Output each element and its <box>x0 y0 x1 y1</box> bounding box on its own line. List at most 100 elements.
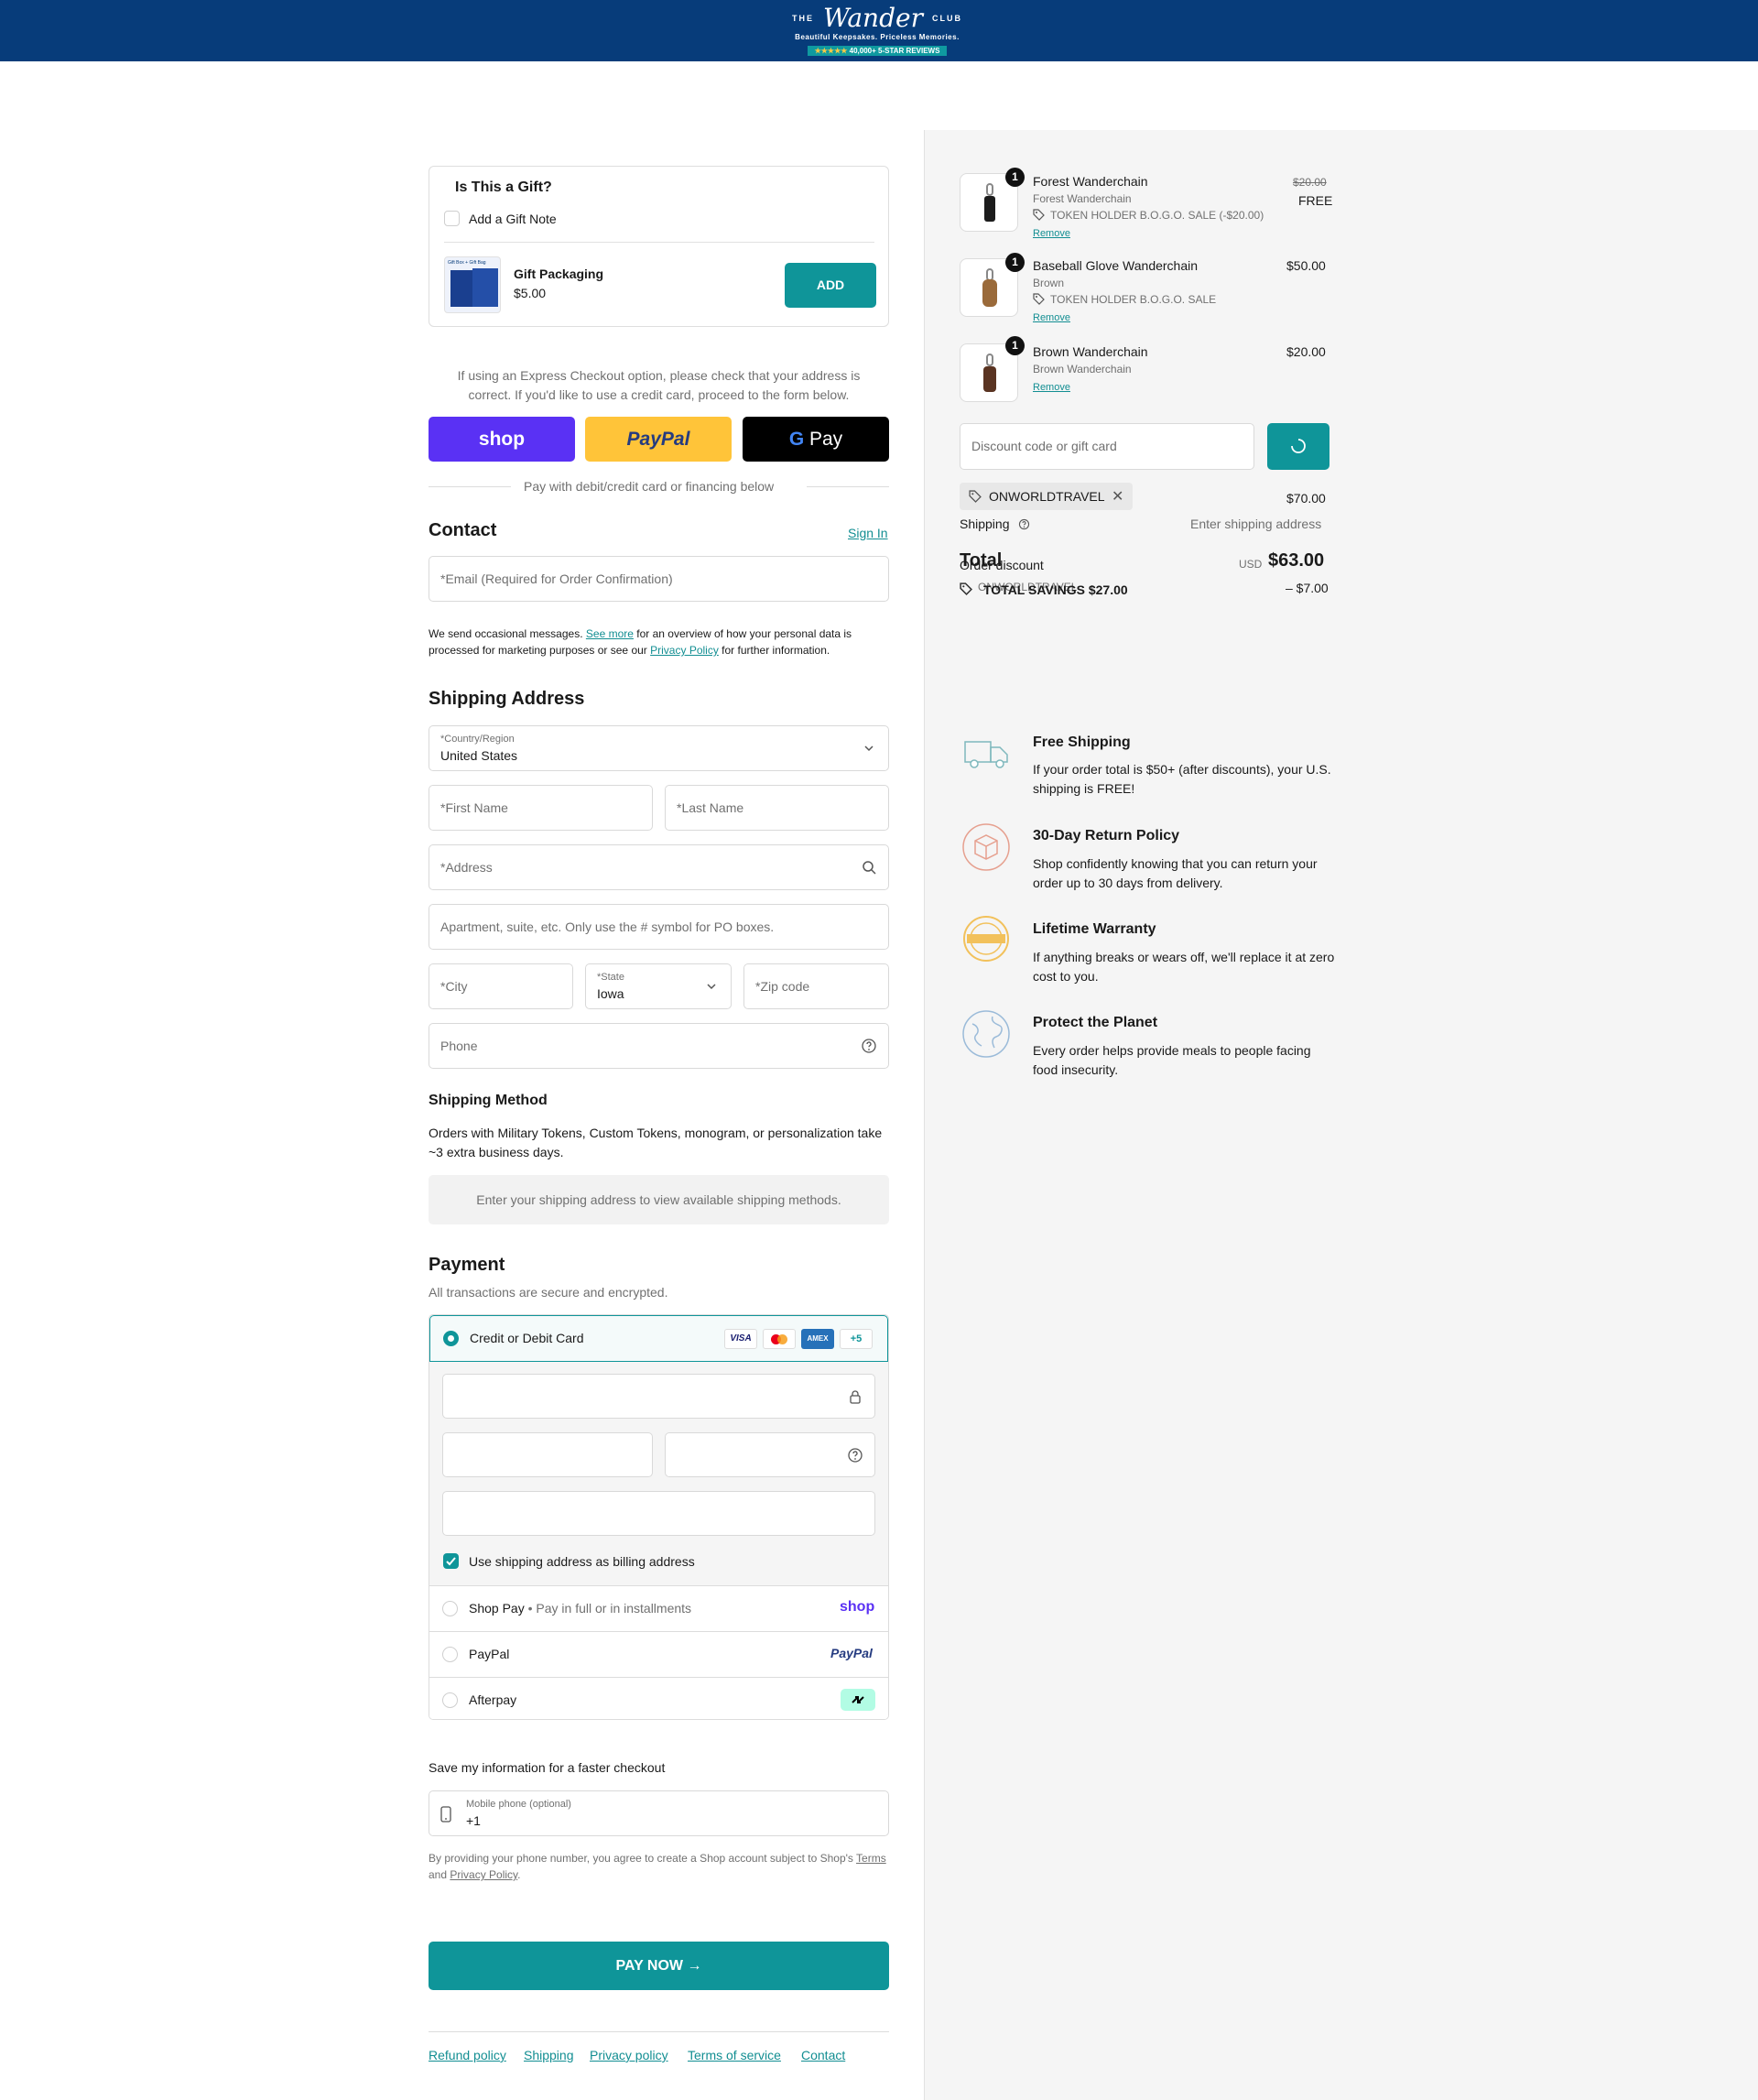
state-label: *State <box>597 972 624 983</box>
gift-note-checkbox[interactable] <box>444 211 460 226</box>
item-price: $50.00 <box>1286 258 1326 273</box>
email-field[interactable]: *Email (Required for Order Confirmation) <box>429 556 889 602</box>
contact-heading: Contact <box>429 520 497 540</box>
contact-link[interactable]: Contact <box>801 2048 845 2062</box>
email-placeholder: *Email (Required for Order Confirmation) <box>440 571 673 586</box>
gift-packaging-image: Gift Box + Gift Bag <box>444 256 501 313</box>
afterpay-radio[interactable] <box>442 1692 458 1708</box>
afterpay-logo-icon <box>841 1689 875 1711</box>
city-field[interactable]: *City <box>429 963 573 1009</box>
shop-pay-radio[interactable] <box>442 1601 458 1616</box>
paypal-logo: PayPal <box>626 429 690 450</box>
mobile-phone-field[interactable]: Mobile phone (optional) +1 <box>429 1790 889 1836</box>
discount-code-field[interactable]: Discount code or gift card <box>960 423 1254 470</box>
state-select[interactable]: *State Iowa <box>585 963 732 1009</box>
paypal-express-button[interactable]: PayPal <box>585 417 732 462</box>
payment-heading: Payment <box>429 1255 505 1275</box>
remove-item-link[interactable]: Remove <box>1033 228 1070 239</box>
shop-pay-express-button[interactable]: shop <box>429 417 575 462</box>
tag-icon <box>1033 293 1045 305</box>
globe-icon <box>962 1010 1010 1058</box>
feature-title: Lifetime Warranty <box>1033 921 1156 937</box>
discount-code-placeholder: Discount code or gift card <box>971 439 1117 453</box>
period: . <box>517 1868 521 1881</box>
terms-of-service-link[interactable]: Terms of service <box>688 2048 781 2062</box>
remove-item-link[interactable]: Remove <box>1033 312 1070 323</box>
mobile-phone-value: +1 <box>466 1813 481 1828</box>
logo-club: CLUB <box>931 14 962 23</box>
refund-policy-link[interactable]: Refund policy <box>429 2048 506 2062</box>
item-price: FREE <box>1298 193 1333 208</box>
billing-same-checkbox[interactable] <box>443 1553 459 1569</box>
item-price: $20.00 <box>1286 344 1326 359</box>
add-gift-packaging-button[interactable]: ADD <box>785 263 876 308</box>
privacy-policy-link[interactable]: Privacy Policy <box>650 644 719 657</box>
return-box-icon <box>962 823 1010 871</box>
remove-item-link[interactable]: Remove <box>1033 382 1070 393</box>
paypal-radio[interactable] <box>442 1647 458 1662</box>
privacy-text-1: We send occasional messages. <box>429 627 583 640</box>
credit-card-option[interactable]: Credit or Debit Card VISA AMEX +5 <box>429 1315 888 1362</box>
help-icon[interactable] <box>1018 518 1030 530</box>
see-more-link[interactable]: See more <box>586 627 634 640</box>
name-on-card-field[interactable] <box>442 1491 875 1536</box>
chevron-down-icon <box>707 984 716 990</box>
shipping-address-heading: Shipping Address <box>429 689 585 709</box>
privacy-text-3: processed for marketing purposes or see … <box>429 644 647 657</box>
shipping-method-heading: Shipping Method <box>429 1093 548 1108</box>
terms-link[interactable]: Terms <box>856 1852 886 1865</box>
shipping-methods-placeholder: Enter your shipping address to view avai… <box>429 1175 889 1224</box>
country-select[interactable]: *Country/Region United States <box>429 725 889 771</box>
phone-field[interactable]: Phone <box>429 1023 889 1069</box>
address-placeholder: *Address <box>440 860 493 875</box>
shop-pay-option[interactable]: Shop Pay • Pay in full or in installment… <box>429 1585 888 1631</box>
apply-discount-button[interactable] <box>1267 423 1329 470</box>
card-radio-selected[interactable] <box>443 1331 459 1346</box>
shop-privacy-link[interactable]: Privacy Policy <box>450 1868 517 1881</box>
card-option-label: Credit or Debit Card <box>470 1331 584 1345</box>
tag-icon <box>1033 209 1045 221</box>
privacy-policy-footer-link[interactable]: Privacy policy <box>590 2048 668 2062</box>
zip-field[interactable]: *Zip code <box>743 963 889 1009</box>
paypal-option[interactable]: PayPal PayPal <box>429 1631 888 1677</box>
afterpay-option[interactable]: Afterpay <box>429 1677 888 1719</box>
expiration-field[interactable] <box>442 1432 653 1477</box>
help-icon[interactable] <box>861 1038 877 1054</box>
express-checkout-note: If using an Express Checkout option, ple… <box>457 368 861 402</box>
and-text: and <box>429 1868 448 1881</box>
item-variant: Brown <box>1033 277 1065 289</box>
divider <box>444 242 874 243</box>
item-quantity-badge: 1 <box>1005 336 1025 355</box>
address-field[interactable]: *Address <box>429 844 889 890</box>
gift-packaging-title: Gift Packaging <box>514 267 604 281</box>
card-number-field[interactable] <box>442 1374 875 1419</box>
sign-in-link[interactable]: Sign In <box>848 526 888 540</box>
checkmark-icon <box>446 1557 456 1566</box>
shipping-policy-link[interactable]: Shipping <box>524 2048 574 2062</box>
help-icon[interactable] <box>847 1447 863 1463</box>
feature-description: If anything breaks or wears off, we'll r… <box>1033 950 1335 984</box>
remove-discount-icon[interactable]: ✕ <box>1112 487 1123 506</box>
feature-title: Free Shipping <box>1033 734 1131 750</box>
brand-logo[interactable]: THE Wander CLUB Beautiful Keepsakes. Pri… <box>765 5 989 56</box>
feature-description: If your order total is $50+ (after disco… <box>1033 762 1331 796</box>
last-name-field[interactable]: *Last Name <box>665 785 889 831</box>
payment-methods: Credit or Debit Card VISA AMEX +5 Use sh… <box>429 1314 889 1720</box>
tag-icon <box>969 490 982 503</box>
apartment-field[interactable]: Apartment, suite, etc. Only use the # sy… <box>429 904 889 950</box>
google-pay-express-button[interactable]: G Pay <box>743 417 889 462</box>
first-name-placeholder: *First Name <box>440 800 508 815</box>
first-name-field[interactable]: *First Name <box>429 785 653 831</box>
gift-note-label[interactable]: Add a Gift Note <box>469 212 557 226</box>
phone-placeholder: Phone <box>440 1039 478 1053</box>
gift-box-label: Gift Box + Gift Bag <box>448 260 486 266</box>
privacy-text-4: for further information. <box>722 644 830 657</box>
billing-same-label[interactable]: Use shipping address as billing address <box>469 1554 695 1569</box>
mobile-phone-icon <box>440 1806 451 1823</box>
google-g-icon: G <box>788 429 805 450</box>
security-code-field[interactable] <box>665 1432 875 1477</box>
item-variant: Brown Wanderchain <box>1033 363 1132 375</box>
feature-title: 30-Day Return Policy <box>1033 828 1180 843</box>
privacy-text-2: for an overview of how your personal dat… <box>636 627 852 640</box>
pay-now-button[interactable]: PAY NOW → <box>429 1942 889 1990</box>
